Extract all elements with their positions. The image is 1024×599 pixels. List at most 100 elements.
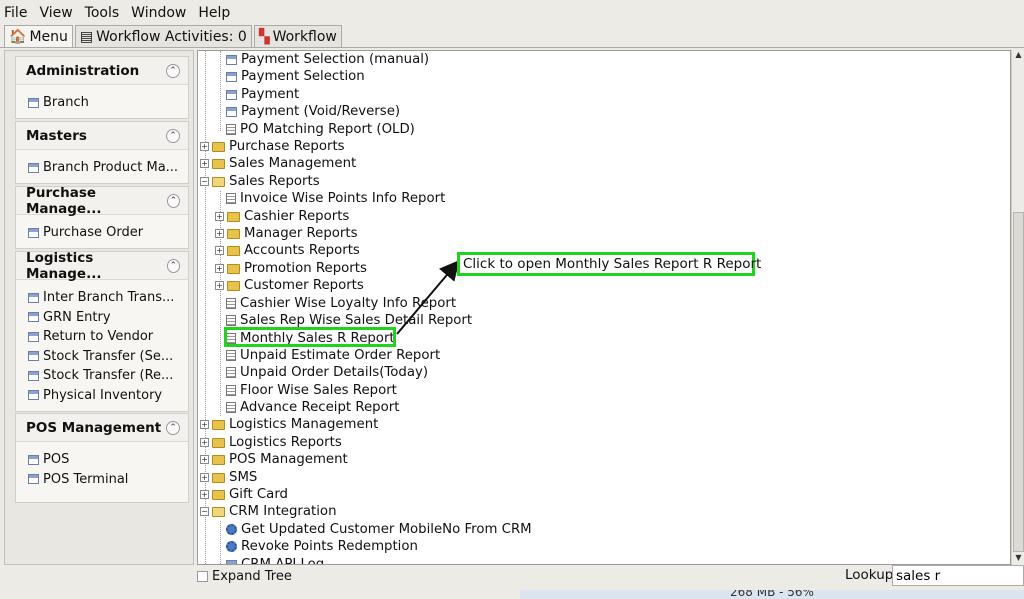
tree-item[interactable]: Payment: [226, 86, 299, 103]
tree-folder[interactable]: + Promotion Reports: [215, 260, 367, 277]
tree-item-label: Customer Reports: [244, 278, 364, 293]
expand-icon[interactable]: +: [200, 438, 209, 447]
left-item-physical-inventory[interactable]: Physical Inventory: [28, 386, 188, 406]
expand-tree-checkbox[interactable]: [197, 570, 208, 582]
left-item-purchase-order[interactable]: Purchase Order: [28, 223, 188, 243]
tree-folder[interactable]: + Gift Card: [200, 486, 288, 503]
window-icon: [226, 106, 237, 117]
tree-folder[interactable]: + POS Management: [200, 451, 348, 468]
menu-window[interactable]: Window: [131, 5, 186, 21]
lookup-input[interactable]: [892, 565, 1024, 586]
tree-item[interactable]: Payment Selection: [226, 68, 365, 85]
tree-item[interactable]: CRM API Log: [226, 556, 324, 564]
tree-folder[interactable]: + SMS: [200, 469, 257, 486]
section-masters: Masters ⌃ Branch Product Ma...: [15, 121, 189, 184]
left-item-inter-branch[interactable]: Inter Branch Trans...: [28, 288, 188, 308]
tab-menu[interactable]: 🏠 Menu: [4, 25, 73, 47]
tree-scrollbar[interactable]: ▲ ▼: [1011, 50, 1024, 565]
collapse-icon[interactable]: ⌃: [166, 258, 180, 273]
menu-help[interactable]: Help: [198, 5, 230, 21]
left-item-pos[interactable]: POS: [28, 450, 188, 470]
tree-folder[interactable]: − Sales Reports: [200, 173, 320, 190]
collapse-icon[interactable]: ⌃: [166, 128, 180, 143]
section-administration: Administration ⌃ Branch: [15, 56, 189, 119]
tree-item-label: Accounts Reports: [244, 243, 360, 258]
collapse-icon[interactable]: −: [200, 507, 209, 516]
section-header[interactable]: Purchase Manage... ⌃: [16, 185, 188, 217]
window-icon: [28, 162, 39, 173]
section-header[interactable]: Administration ⌃: [16, 57, 188, 85]
scrollbar-thumb[interactable]: [1013, 212, 1024, 552]
tab-workflow-activities[interactable]: ▤ Workflow Activities: 0: [74, 25, 252, 47]
menu-tools[interactable]: Tools: [85, 5, 120, 21]
tree-folder[interactable]: + Manager Reports: [215, 225, 358, 242]
left-item-grn-entry[interactable]: GRN Entry: [28, 308, 188, 328]
collapse-icon[interactable]: ⌃: [166, 63, 180, 78]
scroll-up-icon[interactable]: ▲: [1013, 50, 1024, 62]
tree-folder[interactable]: + Cashier Reports: [215, 208, 349, 225]
scroll-down-icon[interactable]: ▼: [1013, 553, 1024, 565]
tree-folder[interactable]: + Accounts Reports: [215, 242, 360, 259]
home-icon: 🏠: [9, 28, 27, 45]
expand-icon[interactable]: +: [215, 281, 224, 290]
tree-item-label: CRM Integration: [229, 504, 337, 519]
tree-item[interactable]: Unpaid Estimate Order Report: [226, 347, 440, 364]
tree-item[interactable]: Unpaid Order Details(Today): [226, 364, 428, 381]
expand-icon[interactable]: +: [215, 229, 224, 238]
tree-folder[interactable]: + Purchase Reports: [200, 138, 345, 155]
expand-icon[interactable]: +: [200, 142, 209, 151]
collapse-icon[interactable]: −: [200, 177, 209, 186]
tree-item[interactable]: Get Updated Customer MobileNo From CRM: [226, 521, 532, 538]
left-item-pos-terminal[interactable]: POS Terminal: [28, 470, 188, 490]
tree-item-label: Get Updated Customer MobileNo From CRM: [241, 522, 532, 537]
collapse-icon[interactable]: ⌃: [166, 193, 180, 208]
left-item-label: Inter Branch Trans...: [43, 290, 175, 306]
expand-icon[interactable]: +: [215, 212, 224, 221]
tree-item-label: Unpaid Estimate Order Report: [240, 348, 441, 363]
tab-workflow[interactable]: ▚ Workflow: [253, 25, 342, 47]
tree-item[interactable]: Floor Wise Sales Report: [226, 382, 397, 399]
tree-item[interactable]: Payment Selection (manual): [226, 51, 429, 68]
window-icon: [28, 454, 39, 465]
left-item-return-vendor[interactable]: Return to Vendor: [28, 327, 188, 347]
tree-folder[interactable]: + Logistics Reports: [200, 434, 342, 451]
expand-icon[interactable]: +: [200, 420, 209, 429]
collapse-icon[interactable]: ⌃: [166, 420, 180, 435]
left-item-branch-product[interactable]: Branch Product Ma...: [28, 158, 188, 178]
expand-icon[interactable]: +: [215, 246, 224, 255]
expand-icon[interactable]: +: [200, 159, 209, 168]
tab-divider: [0, 47, 1024, 48]
window-icon: [28, 312, 39, 323]
section-header[interactable]: Logistics Manage... ⌃: [16, 250, 188, 282]
expand-icon[interactable]: +: [215, 264, 224, 273]
tree-item[interactable]: PO Matching Report (OLD): [226, 121, 415, 138]
tree-item[interactable]: Advance Receipt Report: [226, 399, 399, 416]
tree-item[interactable]: Cashier Wise Loyalty Info Report: [226, 295, 456, 312]
report-icon: [226, 350, 236, 361]
report-icon: [226, 367, 236, 378]
tree-folder[interactable]: + Logistics Management: [200, 416, 378, 433]
tree-item[interactable]: Revoke Points Redemption: [226, 538, 418, 555]
expand-icon[interactable]: +: [200, 455, 209, 464]
left-item-stock-transfer-receive[interactable]: Stock Transfer (Re...: [28, 366, 188, 386]
section-header[interactable]: POS Management ⌃: [16, 414, 188, 442]
folder-icon: [227, 280, 240, 291]
menu-file[interactable]: File: [4, 5, 27, 21]
section-header[interactable]: Masters ⌃: [16, 122, 188, 150]
left-item-branch[interactable]: Branch: [28, 93, 188, 113]
report-icon: [226, 124, 236, 135]
left-item-stock-transfer-send[interactable]: Stock Transfer (Se...: [28, 347, 188, 367]
menu-view[interactable]: View: [39, 5, 72, 21]
tab-workflow-label: Workflow: [272, 28, 337, 45]
expand-icon[interactable]: +: [200, 473, 209, 482]
tree-folder[interactable]: + Sales Management: [200, 155, 356, 172]
report-icon: [226, 385, 236, 396]
tree-item[interactable]: Payment (Void/Reverse): [226, 103, 400, 120]
tree-item-label: Payment (Void/Reverse): [241, 104, 401, 119]
tree-folder[interactable]: + Customer Reports: [215, 277, 364, 294]
tree-item[interactable]: Invoice Wise Points Info Report: [226, 190, 445, 207]
tree-item-label: Payment: [241, 87, 300, 102]
tree-folder[interactable]: − CRM Integration: [200, 503, 337, 520]
left-item-label: Stock Transfer (Re...: [43, 368, 174, 384]
expand-icon[interactable]: +: [200, 490, 209, 499]
